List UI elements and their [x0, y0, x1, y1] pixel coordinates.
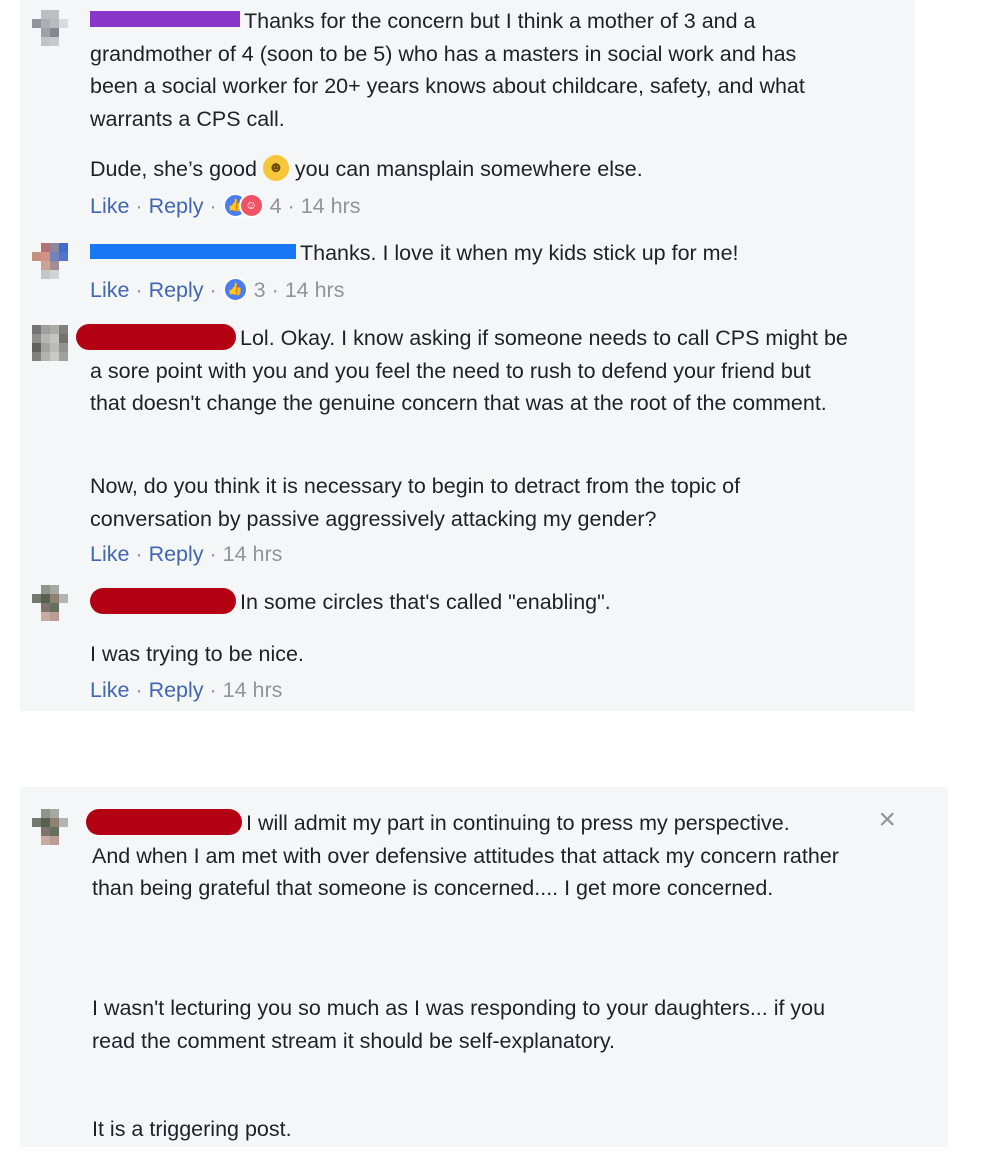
redacted-name [90, 11, 240, 28]
separator: · [203, 542, 223, 566]
redacted-name [90, 588, 236, 615]
comment-body: Thanks for the concern but I think a mot… [90, 5, 850, 135]
redacted-name [86, 809, 242, 836]
comment-body: It is a triggering post. [92, 1113, 872, 1146]
comment-text: I was trying to be nice. [90, 642, 304, 666]
comment-actions: Like · Reply · 14 hrs [90, 539, 282, 569]
like-link[interactable]: Like [90, 278, 129, 302]
comment-body: Lol. Okay. I know asking if someone need… [76, 322, 850, 420]
comment-actions: Like · Reply · 14 hrs [90, 675, 282, 705]
avatar[interactable] [32, 10, 68, 46]
reply-link[interactable]: Reply [149, 542, 204, 566]
avatar[interactable] [32, 585, 68, 621]
comment-body: Thanks. I love it when my kids stick up … [90, 237, 870, 270]
timestamp[interactable]: 14 hrs [301, 194, 361, 218]
comment-text: Dude, she’s good [90, 157, 257, 181]
comment-text: It is a triggering post. [92, 1117, 292, 1141]
separator: · [129, 678, 149, 702]
separator: · [129, 278, 149, 302]
comment-thread-panel: Thanks for the concern but I think a mot… [20, 0, 915, 711]
reply-link[interactable]: Reply [149, 678, 204, 702]
comment-thread-panel: I will admit my part in continuing to pr… [20, 787, 948, 1147]
timestamp[interactable]: 14 hrs [285, 278, 345, 302]
comment-text: Now, do you think it is necessary to beg… [90, 474, 741, 531]
separator: · [203, 678, 223, 702]
redacted-name [90, 243, 296, 259]
haha-reaction-icon[interactable]: ☺ [238, 192, 264, 218]
reply-link[interactable]: Reply [149, 278, 204, 302]
like-link[interactable]: Like [90, 542, 129, 566]
laughing-emoji-icon: ☻ [262, 155, 289, 182]
comment-body: Dude, she’s good ☻ you can mansplain som… [90, 153, 850, 186]
comment-text: Thanks. I love it when my kids stick up … [300, 241, 739, 265]
comment-text: In some circles that's called "enabling"… [240, 590, 611, 614]
comment-body: I wasn't lecturing you so much as I was … [92, 992, 872, 1057]
timestamp[interactable]: 14 hrs [223, 542, 283, 566]
comment-text: I will admit my part in continuing to pr… [246, 811, 790, 835]
reaction-count[interactable]: 3 [254, 278, 266, 302]
avatar[interactable] [32, 325, 68, 361]
comment-body: In some circles that's called "enabling"… [90, 586, 850, 619]
redacted-name [76, 324, 236, 351]
comment-body: I will admit my part in continuing to pr… [86, 807, 872, 905]
like-link[interactable]: Like [90, 194, 129, 218]
separator: · [203, 278, 223, 302]
like-link[interactable]: Like [90, 678, 129, 702]
timestamp[interactable]: 14 hrs [223, 678, 283, 702]
separator: · [203, 194, 223, 218]
separator: · [281, 194, 301, 218]
comment-text: I wasn't lecturing you so much as I was … [92, 996, 826, 1053]
reaction-count[interactable]: 4 [270, 194, 282, 218]
comment-text: And when I am met with over defensive at… [92, 843, 839, 901]
comment-body: I was trying to be nice. [90, 638, 850, 671]
close-icon[interactable]: × [878, 805, 896, 835]
comment-text: you can mansplain somewhere else. [294, 157, 643, 181]
avatar[interactable] [32, 809, 68, 845]
separator: · [265, 278, 285, 302]
separator: · [129, 542, 149, 566]
comment-actions: Like · Reply · 👍 3 · 14 hrs [90, 275, 344, 305]
comment-actions: Like · Reply · 👍 ☺ 4 · 14 hrs [90, 191, 360, 221]
separator: · [129, 194, 149, 218]
comment-body: Now, do you think it is necessary to beg… [90, 470, 850, 535]
reply-link[interactable]: Reply [149, 194, 204, 218]
avatar[interactable] [32, 243, 68, 279]
like-reaction-icon[interactable]: 👍 [222, 276, 248, 302]
